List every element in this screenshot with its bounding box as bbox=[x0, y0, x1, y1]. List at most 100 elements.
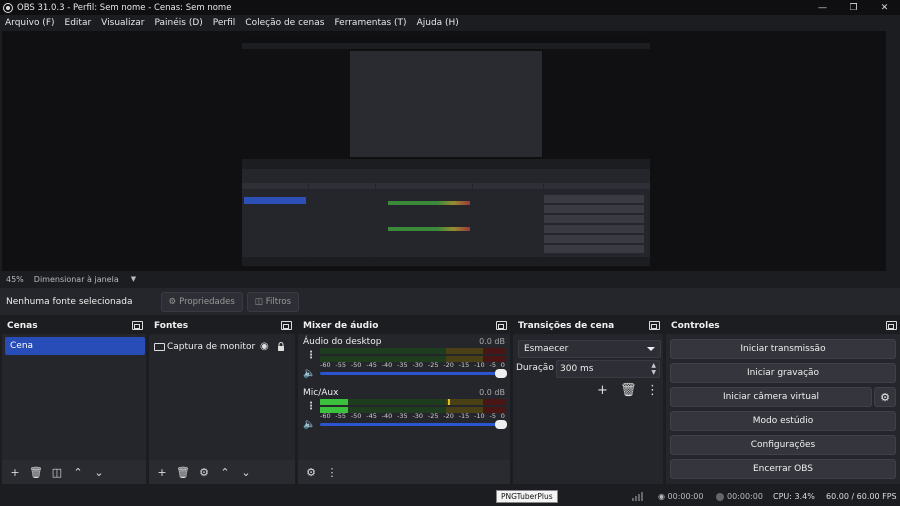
meter-tick-label: -55 bbox=[335, 412, 347, 420]
speaker-icon[interactable]: 🔈 bbox=[303, 419, 315, 430]
kebab-menu-icon[interactable]: ⋮ bbox=[306, 401, 316, 412]
meter-tick-label: -30 bbox=[412, 361, 424, 369]
meter-tick-label: -30 bbox=[412, 412, 424, 420]
controls-dock: Controles Iniciar transmissão Iniciar gr… bbox=[666, 318, 900, 484]
preview-scrollbar[interactable] bbox=[888, 31, 900, 271]
arrow-up-icon[interactable]: ⌃ bbox=[216, 463, 234, 481]
preview-canvas[interactable] bbox=[242, 37, 650, 266]
start-virtual-camera-button[interactable]: Iniciar câmera virtual bbox=[670, 387, 872, 407]
stream-status: ◉ 00:00:00 bbox=[658, 492, 703, 501]
menu-file[interactable]: Arquivo (F) bbox=[5, 18, 55, 28]
fps-indicator: 60.00 / 60.00 FPS bbox=[826, 492, 897, 501]
gear-icon[interactable]: ⚙ bbox=[195, 463, 213, 481]
volume-slider[interactable] bbox=[320, 420, 507, 429]
undock-icon[interactable] bbox=[886, 321, 897, 330]
menu-tools[interactable]: Ferramentas (T) bbox=[334, 18, 406, 28]
meter-ticks: -60 -55 -50 -45 -40 -35 -30 -25 -20 -15 -10 -5 0 bbox=[320, 412, 505, 420]
window-title: OBS 31.0.3 - Perfil: Sem nome - Cenas: S… bbox=[17, 2, 232, 13]
undock-icon[interactable] bbox=[281, 321, 292, 330]
channel-name: Áudio do desktop bbox=[303, 337, 382, 347]
status-bar: PNGTuberPlus ◉ 00:00:00 00:00:00 CPU: 3.… bbox=[0, 488, 900, 506]
slider-handle[interactable] bbox=[495, 369, 507, 378]
kebab-menu-icon[interactable]: ⋮ bbox=[323, 463, 341, 481]
start-recording-button[interactable]: Iniciar gravação bbox=[670, 363, 896, 383]
source-item[interactable]: Captura de monitor ◉ bbox=[154, 340, 294, 354]
transition-select[interactable]: Esmaecer bbox=[518, 340, 661, 358]
no-source-label: Nenhuma fonte selecionada bbox=[6, 296, 133, 307]
meter-tick-label: -15 bbox=[458, 361, 470, 369]
meter-tick-label: -35 bbox=[397, 361, 408, 369]
meter-tick-label: -5 bbox=[489, 361, 496, 369]
meter-ticks: -60 -55 -50 -45 -40 -35 -30 -25 -20 -15 -10 -5 0 bbox=[320, 361, 505, 369]
signal-bars-icon bbox=[632, 492, 644, 501]
virtual-camera-settings-button[interactable]: ⚙ bbox=[874, 387, 896, 407]
add-icon[interactable]: + bbox=[597, 383, 608, 398]
channel-db: 0.0 dB bbox=[479, 337, 505, 346]
arrow-down-icon[interactable]: ⌄ bbox=[90, 463, 108, 481]
menu-scene-collection[interactable]: Coleção de cenas bbox=[245, 18, 324, 28]
title-bar: OBS 31.0.3 - Perfil: Sem nome - Cenas: S… bbox=[0, 0, 900, 15]
trash-icon[interactable]: 🗑 bbox=[620, 383, 637, 398]
meter-tick-label: -60 bbox=[320, 361, 331, 369]
duration-label: Duração bbox=[516, 363, 554, 373]
close-icon[interactable]: ✕ bbox=[869, 0, 900, 15]
kebab-menu-icon[interactable]: ⋮ bbox=[646, 383, 659, 398]
duration-input[interactable]: 300 ms ▲ ▼ bbox=[556, 360, 660, 378]
source-toolbar: Nenhuma fonte selecionada ⚙ Propriedades… bbox=[0, 288, 900, 315]
settings-button[interactable]: Configurações bbox=[670, 435, 896, 455]
exit-button[interactable]: Encerrar OBS bbox=[670, 459, 896, 479]
filters-button[interactable]: ◫ Filtros bbox=[246, 291, 300, 312]
scene-item[interactable]: Cena bbox=[5, 337, 145, 355]
audio-channel-mic: Mic/Aux 0.0 dB ⋮ -60 -55 -50 -45 -40 -35 -30 -2… bbox=[303, 388, 507, 430]
volume-slider[interactable] bbox=[320, 369, 507, 378]
studio-mode-button[interactable]: Modo estúdio bbox=[670, 411, 896, 431]
menu-help[interactable]: Ajuda (H) bbox=[417, 18, 459, 28]
meter-tick-label: -10 bbox=[474, 361, 485, 369]
menu-docks[interactable]: Painéis (D) bbox=[154, 18, 202, 28]
meter-tick-label: 0 bbox=[500, 361, 505, 369]
properties-button[interactable]: ⚙ Propriedades bbox=[160, 291, 243, 312]
menu-view[interactable]: Visualizar bbox=[101, 18, 144, 28]
trash-icon[interactable]: 🗑 bbox=[27, 463, 45, 481]
kebab-menu-icon[interactable]: ⋮ bbox=[306, 350, 316, 361]
transition-value: Esmaecer bbox=[524, 344, 569, 354]
start-streaming-button[interactable]: Iniciar transmissão bbox=[670, 339, 896, 359]
channel-db: 0.0 dB bbox=[479, 388, 505, 397]
menu-edit[interactable]: Editar bbox=[65, 18, 92, 28]
slider-handle[interactable] bbox=[495, 420, 507, 429]
source-item-label: Captura de monitor bbox=[167, 342, 256, 352]
spinner-icon[interactable]: ▲ ▼ bbox=[651, 362, 656, 376]
audio-mixer-dock: Mixer de áudio Áudio do desktop 0.0 dB ⋮… bbox=[298, 318, 510, 484]
eye-icon[interactable]: ◉ bbox=[260, 342, 271, 352]
meter-tick-label: -10 bbox=[474, 412, 485, 420]
meter-tick-label: -25 bbox=[427, 361, 439, 369]
arrow-down-icon[interactable]: ⌄ bbox=[237, 463, 255, 481]
undock-icon[interactable] bbox=[649, 321, 660, 330]
meter-tick-label: -45 bbox=[366, 361, 377, 369]
trash-icon[interactable]: 🗑 bbox=[174, 463, 192, 481]
duration-value: 300 ms bbox=[560, 364, 594, 374]
maximize-icon[interactable]: ❐ bbox=[838, 0, 869, 15]
arrow-up-icon[interactable]: ⌃ bbox=[69, 463, 87, 481]
chevron-down-icon bbox=[647, 347, 655, 351]
undock-icon[interactable] bbox=[132, 321, 143, 330]
add-icon[interactable]: + bbox=[153, 463, 171, 481]
record-icon bbox=[716, 492, 724, 501]
menu-profile[interactable]: Perfil bbox=[213, 18, 236, 28]
filter-icon[interactable]: ◫ bbox=[48, 463, 66, 481]
zoom-dropdown-icon[interactable]: ▼ bbox=[131, 275, 136, 283]
peak-indicator bbox=[448, 399, 450, 405]
meter-tick-label: -40 bbox=[381, 412, 393, 420]
preview-area[interactable] bbox=[2, 31, 886, 271]
add-icon[interactable]: + bbox=[6, 463, 24, 481]
meter-tick-label: -50 bbox=[350, 361, 362, 369]
zoom-mode[interactable]: Dimensionar à janela bbox=[34, 275, 119, 284]
monitor-icon bbox=[154, 343, 165, 351]
meter-tick-label: -25 bbox=[427, 412, 439, 420]
lock-icon[interactable] bbox=[277, 342, 285, 351]
transitions-dock: Transições de cena Esmaecer Duração 300 … bbox=[513, 318, 663, 484]
minimize-icon[interactable]: — bbox=[807, 0, 838, 15]
undock-icon[interactable] bbox=[496, 321, 507, 330]
advanced-audio-icon[interactable]: ⚙ bbox=[302, 463, 320, 481]
speaker-icon[interactable]: 🔈 bbox=[303, 368, 315, 379]
